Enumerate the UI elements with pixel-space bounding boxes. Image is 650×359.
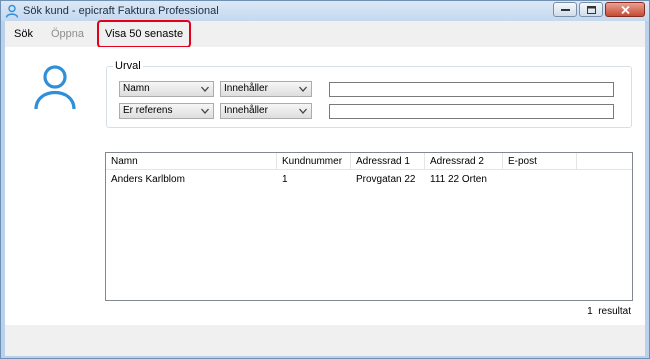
filter-field-value-2: Er referens [123,105,173,116]
app-window: Sök kund - epicraft Faktura Professional… [0,0,650,359]
close-button[interactable] [605,2,645,17]
column-header-adressrad-1[interactable]: Adressrad 1 [351,153,425,170]
filter-field-select-1[interactable]: Namn [119,81,214,97]
filter-value-input-1[interactable] [329,82,614,97]
minimize-icon [560,8,570,11]
result-count-number: 1 [587,306,593,317]
maximize-icon [586,5,596,14]
column-header-namn[interactable]: Namn [106,153,277,170]
minimize-button[interactable] [553,2,577,17]
cell-kundnummer: 1 [282,174,288,185]
close-icon [620,5,630,14]
status-bar [5,325,645,356]
filter-field-value-1: Namn [123,83,150,94]
cell-adressrad-2: 111 22 Orten [430,174,487,185]
table-row[interactable]: Anders Karlblom 1 Provgatan 22 111 22 Or… [106,172,632,188]
cell-namn: Anders Karlblom [111,174,185,185]
user-icon [5,4,19,18]
chevron-down-icon [299,86,307,92]
user-avatar-icon [34,65,76,110]
menu-sok[interactable]: Sök [5,22,42,46]
filter-group-label: Urval [113,60,143,72]
column-header-kundnummer[interactable]: Kundnummer [277,153,351,170]
cell-adressrad-1: Provgatan 22 [356,174,416,185]
filter-operator-value-1: Innehåller [224,83,268,94]
filter-group: Urval Namn Innehåller Er referens Innehå… [106,60,632,128]
title-bar[interactable]: Sök kund - epicraft Faktura Professional [1,1,649,21]
filter-operator-select-2[interactable]: Innehåller [220,103,312,119]
chevron-down-icon [299,108,307,114]
window-controls [553,2,645,17]
filter-value-input-2[interactable] [329,104,614,119]
result-count: 1 resultat [587,306,631,317]
chevron-down-icon [201,108,209,114]
menu-oppna[interactable]: Öppna [42,22,93,46]
column-header-e-post[interactable]: E-post [503,153,577,170]
window-title: Sök kund - epicraft Faktura Professional [23,5,219,17]
results-list[interactable]: Namn Kundnummer Adressrad 1 Adressrad 2 … [105,152,633,301]
column-header-adressrad-2[interactable]: Adressrad 2 [425,153,503,170]
filter-field-select-2[interactable]: Er referens [119,103,214,119]
menu-bar: Sök Öppna Visa 50 senaste [5,20,645,48]
cell-e-post [503,172,577,188]
filter-operator-select-1[interactable]: Innehåller [220,81,312,97]
chevron-down-icon [201,86,209,92]
main-panel: Urval Namn Innehåller Er referens Innehå… [5,47,645,325]
result-count-label: resultat [598,306,631,317]
results-header: Namn Kundnummer Adressrad 1 Adressrad 2 … [106,153,632,170]
menu-visa-50-senaste[interactable]: Visa 50 senaste [96,20,192,48]
filter-operator-value-2: Innehåller [224,105,268,116]
maximize-button[interactable] [579,2,603,17]
